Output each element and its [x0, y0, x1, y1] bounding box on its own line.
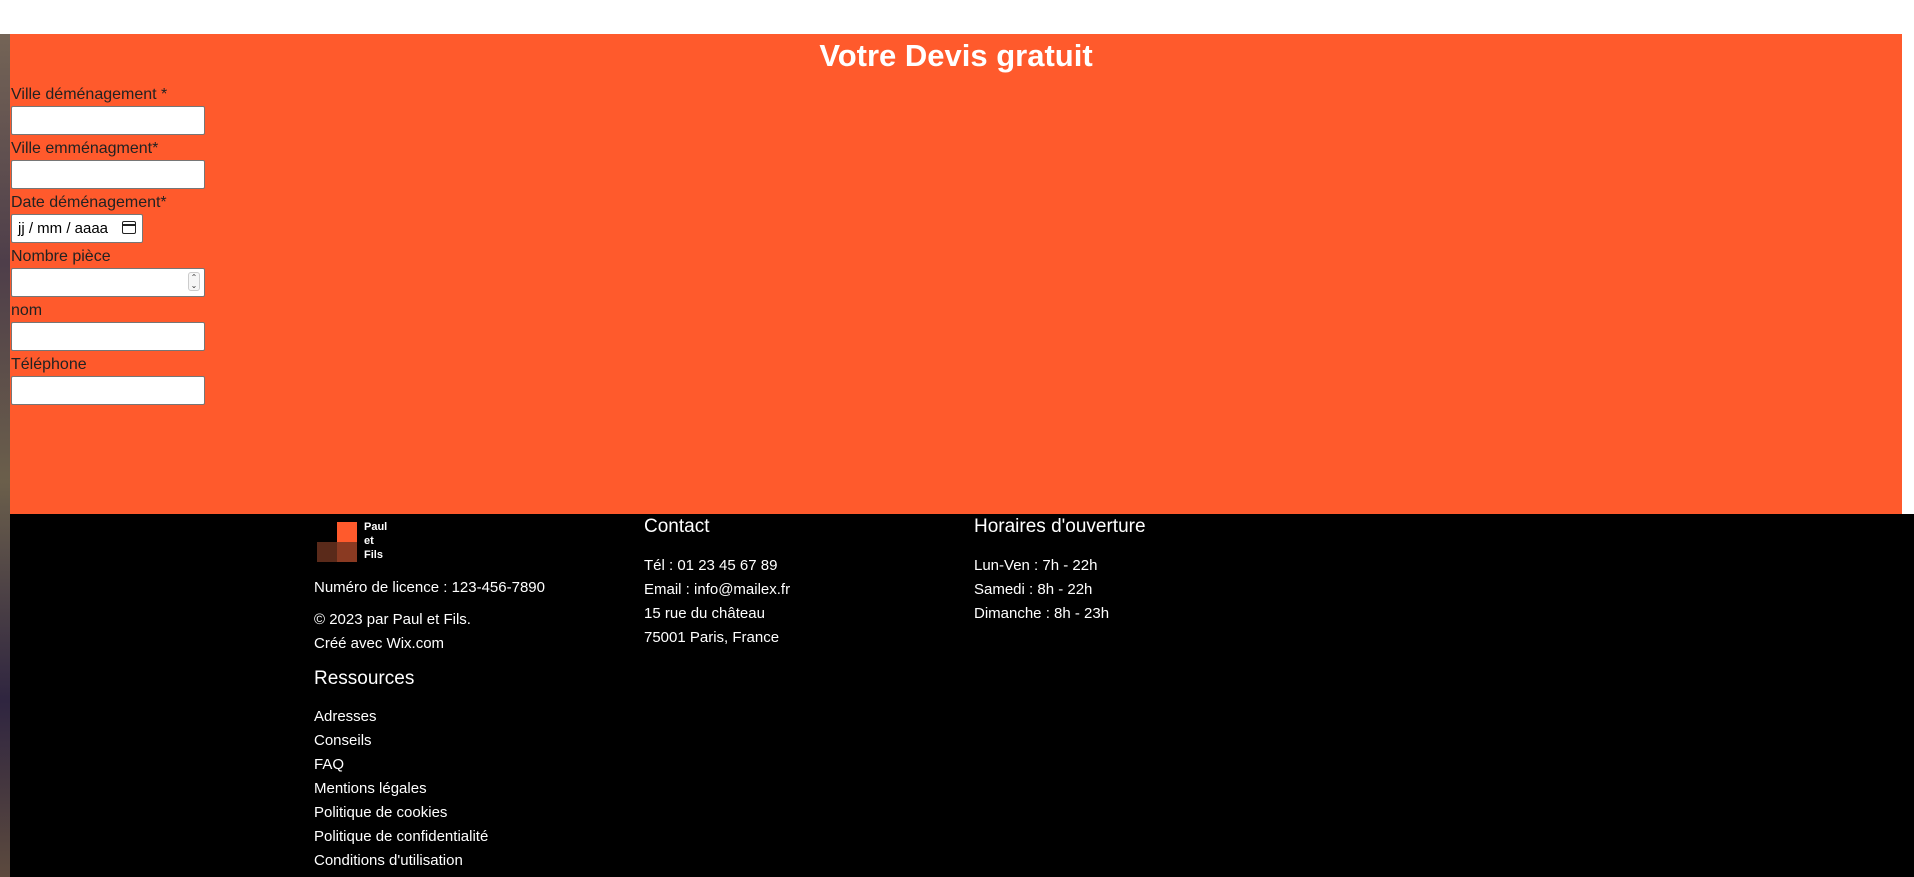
arrival-city-field: Ville emménagment*: [11, 138, 205, 192]
logo-text: Paul et Fils: [364, 521, 388, 561]
departure-city-input[interactable]: [11, 106, 205, 135]
rooms-number-box: ⌃ ⌄: [11, 268, 205, 297]
logo-square-top: [337, 522, 357, 542]
name-field: nom: [11, 300, 205, 354]
license-number: Numéro de licence : 123-456-7890: [314, 579, 545, 596]
hours-sunday: Dimanche : 8h - 23h: [974, 605, 1110, 622]
arrival-city-input[interactable]: [11, 160, 205, 189]
phone-label: Téléphone: [11, 356, 87, 373]
company-logo[interactable]: [317, 522, 357, 562]
resource-link-legal[interactable]: Mentions légales: [314, 777, 488, 801]
phone-field: Téléphone: [11, 354, 205, 408]
arrival-city-label: Ville emménagment*: [11, 140, 159, 157]
right-margin: [1902, 34, 1914, 514]
name-input[interactable]: [11, 322, 205, 351]
contact-city: 75001 Paris, France: [644, 629, 780, 646]
copyright: © 2023 par Paul et Fils.: [314, 611, 471, 628]
hours-saturday: Samedi : 8h - 22h: [974, 581, 1093, 598]
contact-street: 15 rue du château: [644, 605, 765, 622]
departure-city-field: Ville déménagement *: [11, 84, 205, 138]
site-footer: Paul et Fils Numéro de licence : 123-456…: [10, 514, 1914, 877]
move-date-label: Date déménagement*: [11, 194, 167, 211]
resource-link-tips[interactable]: Conseils: [314, 729, 488, 753]
resource-link-terms[interactable]: Conditions d'utilisation: [314, 849, 488, 873]
move-date-input[interactable]: jj / mm / aaaa: [11, 214, 143, 243]
calendar-icon[interactable]: [122, 221, 136, 234]
rooms-field: Nombre pièce ⌃ ⌄: [11, 246, 205, 300]
logo-square-left: [317, 542, 337, 562]
departure-city-label: Ville déménagement *: [11, 86, 168, 103]
top-margin: [0, 0, 1914, 34]
phone-input[interactable]: [11, 376, 205, 405]
quote-form: Ville déménagement * Ville emménagment* …: [11, 84, 205, 408]
contact-heading: Contact: [644, 516, 710, 537]
logo-square-right: [337, 542, 357, 562]
resources-heading: Ressources: [314, 668, 415, 689]
resources-list: Adresses Conseils FAQ Mentions légales P…: [314, 705, 488, 873]
background-strip: [0, 0, 10, 877]
rooms-input[interactable]: [11, 268, 205, 297]
spinner-arrows-icon[interactable]: ⌃ ⌄: [188, 272, 200, 291]
resource-link-faq[interactable]: FAQ: [314, 753, 488, 777]
resource-link-cookies[interactable]: Politique de cookies: [314, 801, 488, 825]
hours-weekdays: Lun-Ven : 7h - 22h: [974, 557, 1098, 574]
contact-phone: Tél : 01 23 45 67 89: [644, 557, 778, 574]
resource-link-privacy[interactable]: Politique de confidentialité: [314, 825, 488, 849]
move-date-field: Date déménagement* jj / mm / aaaa: [11, 192, 205, 246]
contact-email[interactable]: Email : info@mailex.fr: [644, 578, 790, 602]
made-with-link[interactable]: Créé avec Wix.com: [314, 632, 444, 656]
rooms-label: Nombre pièce: [11, 248, 111, 265]
move-date-placeholder: jj / mm / aaaa: [18, 220, 109, 237]
quote-section: Votre Devis gratuit Ville déménagement *…: [10, 34, 1902, 514]
hours-heading: Horaires d'ouverture: [974, 516, 1146, 537]
quote-title: Votre Devis gratuit: [819, 38, 1093, 73]
resource-link-addresses[interactable]: Adresses: [314, 705, 488, 729]
name-label: nom: [11, 302, 43, 319]
